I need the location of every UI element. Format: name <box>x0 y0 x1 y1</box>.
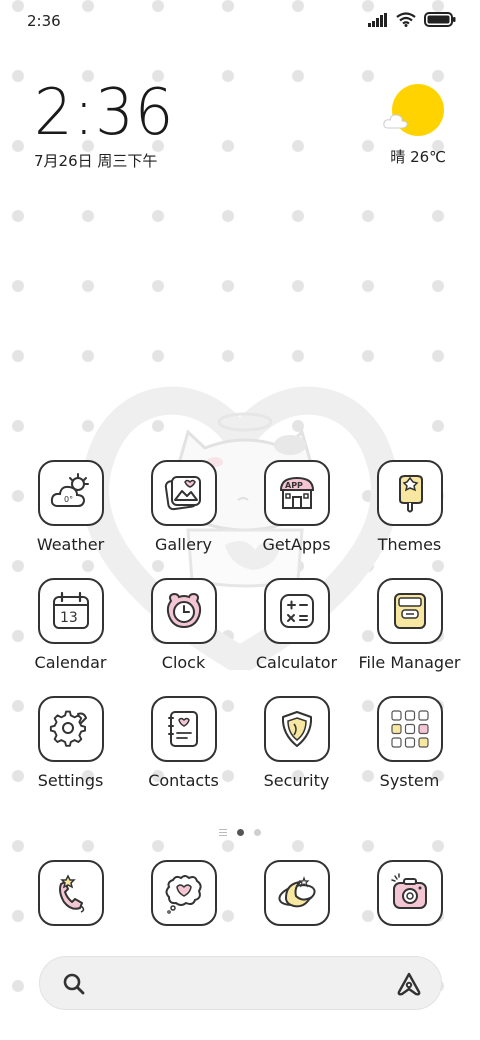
clock-widget-date: 7月26日 周三下午 <box>34 152 158 170</box>
app-label: File Manager <box>358 653 461 672</box>
app-clock[interactable]: Clock <box>127 578 240 672</box>
weather-text: 晴 26℃ <box>390 148 446 166</box>
security-icon[interactable] <box>263 696 330 762</box>
signal-icon <box>368 12 388 31</box>
calculator-icon[interactable] <box>263 578 330 644</box>
dock-phone[interactable] <box>14 860 127 926</box>
clock-icon[interactable] <box>150 578 217 644</box>
contacts-icon[interactable] <box>150 696 217 762</box>
page-dot-current[interactable] <box>237 829 244 836</box>
page-indicator-menu-icon[interactable] <box>219 829 227 836</box>
calendar-icon[interactable]: 13 <box>37 578 104 644</box>
messages-icon[interactable] <box>150 860 217 926</box>
dock-messages[interactable] <box>127 860 240 926</box>
app-gallery[interactable]: Gallery <box>127 460 240 554</box>
app-calendar[interactable]: 13 Calendar <box>14 578 127 672</box>
app-label: Themes <box>377 535 442 554</box>
dock-camera[interactable] <box>353 860 466 926</box>
camera-icon[interactable] <box>376 860 443 926</box>
wifi-icon <box>396 12 416 31</box>
status-time: 2:36 <box>27 12 61 30</box>
app-file-manager[interactable]: File Manager <box>353 578 466 672</box>
app-label: Weather <box>36 535 105 554</box>
status-bar: 2:36 <box>0 0 480 42</box>
search-icon[interactable] <box>61 971 87 1001</box>
app-label: Contacts <box>148 771 219 790</box>
app-security[interactable]: Security <box>240 696 353 790</box>
svg-text:APP: APP <box>285 481 303 490</box>
app-label: Security <box>263 771 330 790</box>
cloud-icon <box>382 112 410 134</box>
search-bar[interactable] <box>39 956 442 1010</box>
app-grid: 0° Weather Gallery APP GetApps Themes 13… <box>14 460 466 790</box>
dock-browser[interactable] <box>240 860 353 926</box>
page-dot[interactable] <box>254 829 261 836</box>
app-themes[interactable]: Themes <box>353 460 466 554</box>
browser-icon[interactable] <box>263 860 330 926</box>
app-label: GetApps <box>262 535 331 554</box>
app-label: Clock <box>161 653 206 672</box>
getapps-icon[interactable]: APP <box>263 460 330 526</box>
themes-icon[interactable] <box>376 460 443 526</box>
app-calculator[interactable]: Calculator <box>240 578 353 672</box>
status-icons <box>368 12 456 31</box>
clock-widget[interactable]: 2:36 7月26日 周三下午 <box>34 78 182 171</box>
app-label: System <box>379 771 440 790</box>
assistant-icon[interactable] <box>395 970 423 1002</box>
file-manager-icon[interactable] <box>376 578 443 644</box>
app-label: Calculator <box>255 653 338 672</box>
weather-icon[interactable]: 0° <box>37 460 104 526</box>
app-label: Settings <box>37 771 104 790</box>
gallery-icon[interactable] <box>150 460 217 526</box>
settings-icon[interactable] <box>37 696 104 762</box>
system-folder-icon[interactable] <box>376 696 443 762</box>
page-indicator[interactable] <box>0 829 480 836</box>
dock <box>14 860 466 926</box>
battery-icon <box>424 12 456 31</box>
calendar-date-badge: 13 <box>60 610 78 626</box>
app-label: Calendar <box>34 653 107 672</box>
phone-icon[interactable] <box>37 860 104 926</box>
app-label: Gallery <box>155 535 212 554</box>
app-getapps[interactable]: APP GetApps <box>240 460 353 554</box>
app-system-folder[interactable]: System <box>353 696 466 790</box>
app-contacts[interactable]: Contacts <box>127 696 240 790</box>
app-weather[interactable]: 0° Weather <box>14 460 127 554</box>
app-settings[interactable]: Settings <box>14 696 127 790</box>
svg-text:0°: 0° <box>64 495 73 504</box>
clock-widget-time: 2:36 <box>34 76 175 150</box>
